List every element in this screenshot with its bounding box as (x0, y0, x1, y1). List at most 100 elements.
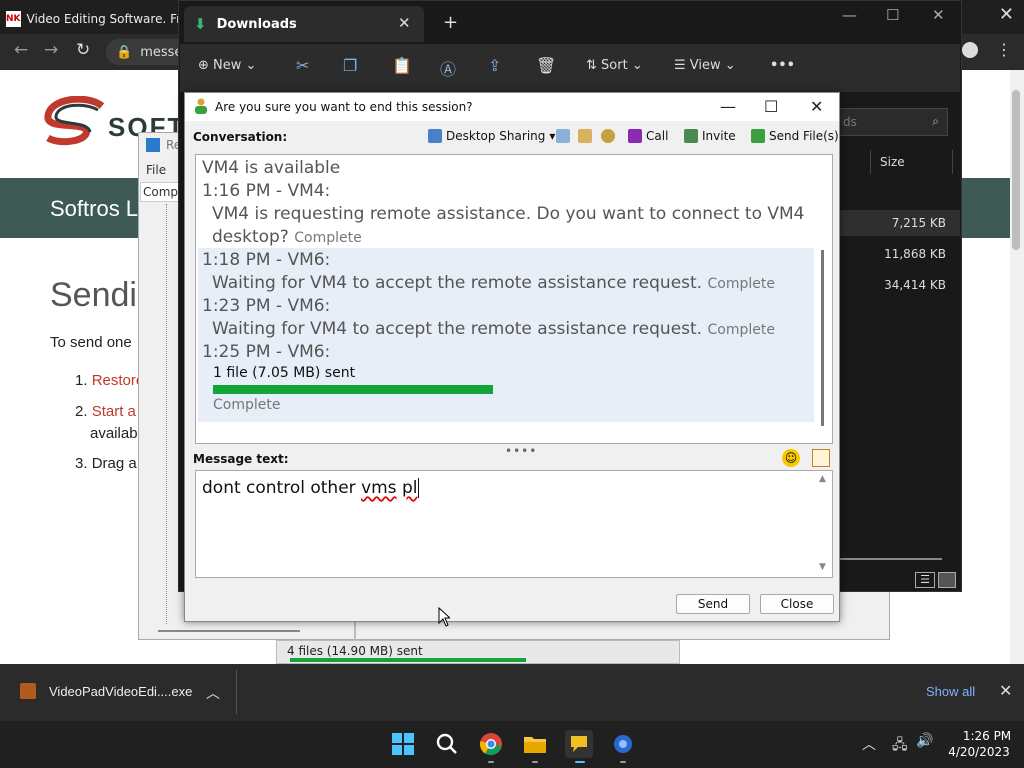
volume-icon[interactable]: 🔊 (916, 733, 933, 749)
minimize-icon[interactable]: — (842, 6, 857, 24)
reload-icon[interactable]: ↻ (76, 40, 90, 60)
chevron-up-icon[interactable]: ︿ (206, 683, 220, 703)
step-1-link[interactable]: Restore (92, 372, 145, 389)
conversation-line: Waiting for VM4 to accept the remote ass… (212, 273, 775, 293)
explorer-tab-close-icon[interactable]: ✕ (398, 14, 411, 32)
file-size: 7,215 KB (891, 216, 946, 230)
dialog-minimize-icon[interactable]: — (720, 97, 736, 116)
rename-icon[interactable]: Ⓐ (440, 56, 456, 80)
dialog-title: Are you sure you want to end this sessio… (215, 100, 473, 114)
file-transfer-text: 1 file (7.05 MB) sent (213, 365, 356, 381)
file-explorer-icon[interactable] (521, 730, 549, 758)
desktop-sharing-button[interactable]: Desktop Sharing ▾ (428, 129, 555, 143)
download-bar-close-icon[interactable]: ✕ (999, 681, 1012, 700)
view-list-icon: ☰ (674, 58, 686, 73)
clock-date[interactable]: 4/20/2023 (944, 745, 1014, 759)
sort-icon: ⇅ (586, 58, 597, 73)
clock-time[interactable]: 1:26 PM (962, 729, 1012, 743)
address-bar[interactable]: 🔒 messe (106, 39, 186, 65)
close-button[interactable]: Close (760, 594, 834, 614)
status-complete: Complete (707, 276, 775, 292)
explorer-tab-title: Downloads (216, 16, 297, 32)
bg-menu-file[interactable]: File (146, 163, 166, 177)
tiles-view-icon[interactable] (938, 572, 956, 588)
new-tab-icon[interactable]: + (443, 12, 458, 33)
network-icon[interactable]: 🖧 (892, 734, 908, 758)
share-icon[interactable]: ⇪ (488, 56, 501, 75)
browser-tab-title: Video Editing Software. Fr (26, 12, 178, 26)
explorer-tab[interactable]: ⬇ Downloads (184, 6, 424, 42)
page-intro: To send one (50, 334, 132, 351)
conversation-line: VM4 is available (202, 158, 341, 178)
mouse-cursor-icon (438, 607, 450, 627)
dialog-close-icon[interactable]: ✕ (810, 97, 823, 116)
pane-splitter[interactable]: •••• (505, 444, 537, 458)
explorer-search-input[interactable]: ds ⌕ (834, 108, 948, 136)
softros-messenger-icon[interactable] (565, 730, 593, 758)
back-arrow-icon[interactable]: ← (14, 40, 28, 60)
profile-icon[interactable] (962, 42, 978, 58)
send-button[interactable]: Send (676, 594, 750, 614)
status-complete: Complete (707, 322, 775, 338)
softros-app-icon (146, 138, 160, 152)
call-button[interactable]: Call (628, 129, 668, 143)
bg-hscroll[interactable] (158, 630, 300, 632)
conversation-line: 1:18 PM - VM6: (202, 250, 331, 270)
history-button[interactable] (556, 129, 570, 143)
explorer-hscroll[interactable] (838, 558, 942, 560)
scroll-up-icon[interactable]: ▲ (819, 474, 826, 484)
step-3: 3. Drag a (75, 455, 137, 472)
file-transfer-status: Complete (213, 397, 281, 413)
step-1: 1. Restore (75, 372, 145, 389)
view-button[interactable]: ☰ View ⌄ (674, 58, 736, 73)
emoticon-icon[interactable]: ☺ (782, 449, 800, 467)
paste-icon[interactable]: 📋 (392, 56, 412, 75)
contacts-icon (578, 129, 592, 143)
bg-splitter (354, 620, 356, 640)
show-all-link[interactable]: Show all (926, 684, 975, 699)
browser-close-icon[interactable]: ✕ (999, 4, 1014, 25)
forward-arrow-icon[interactable]: → (44, 40, 58, 60)
message-text[interactable]: dont control other vms pl (202, 478, 420, 498)
chrome-icon[interactable] (477, 730, 505, 758)
conversation-line: desktop? Complete (212, 227, 362, 247)
address-text: messe (140, 44, 183, 60)
conversation-line: 1:16 PM - VM4: (202, 181, 331, 201)
download-filename[interactable]: VideoPadVideoEdi....exe (49, 684, 192, 699)
details-view-icon[interactable]: ☰ (915, 572, 935, 588)
conversation-scrollbar[interactable] (821, 250, 824, 426)
dialog-maximize-icon[interactable]: ☐ (764, 97, 778, 116)
start-windows-icon[interactable] (389, 730, 417, 758)
running-indicator (532, 761, 538, 763)
bg-comp-tab[interactable]: Comp (140, 182, 180, 202)
active-indicator (575, 761, 585, 763)
new-button[interactable]: ⊕ New ⌄ (198, 58, 256, 73)
contacts-button[interactable] (578, 129, 592, 143)
maximize-icon[interactable]: ☐ (886, 6, 899, 24)
format-text-icon[interactable] (812, 449, 830, 467)
conversation-line: 1:23 PM - VM6: (202, 296, 331, 316)
network-app-icon[interactable] (609, 730, 637, 758)
more-options-icon[interactable]: ••• (770, 58, 795, 73)
copy-icon[interactable]: ❐ (343, 56, 357, 75)
tray-chevron-icon[interactable]: ︿ (862, 734, 876, 754)
sort-button[interactable]: ⇅ Sort ⌄ (586, 58, 643, 73)
download-separator (236, 670, 237, 714)
scroll-down-icon[interactable]: ▼ (819, 562, 826, 572)
send-files-button[interactable]: Send File(s) (751, 129, 839, 143)
user-icon (195, 98, 207, 114)
close-icon[interactable]: ✕ (932, 6, 945, 24)
browser-tab[interactable]: NK Video Editing Software. Fr (6, 4, 178, 34)
cut-icon[interactable]: ✂ (296, 56, 309, 75)
page-heading: Sendi (50, 276, 137, 314)
step-2-link[interactable]: Start a (92, 403, 136, 420)
delete-icon[interactable]: 🗑 (536, 56, 556, 75)
settings-button[interactable] (601, 129, 615, 143)
browser-menu-icon[interactable]: ⋮ (996, 40, 1012, 59)
invite-button[interactable]: Invite (684, 129, 736, 143)
size-column-header[interactable]: Size (880, 155, 905, 169)
search-icon[interactable] (433, 730, 461, 758)
send-file-icon (751, 129, 765, 143)
page-scroll-thumb[interactable] (1012, 90, 1020, 250)
column-divider (870, 150, 871, 174)
